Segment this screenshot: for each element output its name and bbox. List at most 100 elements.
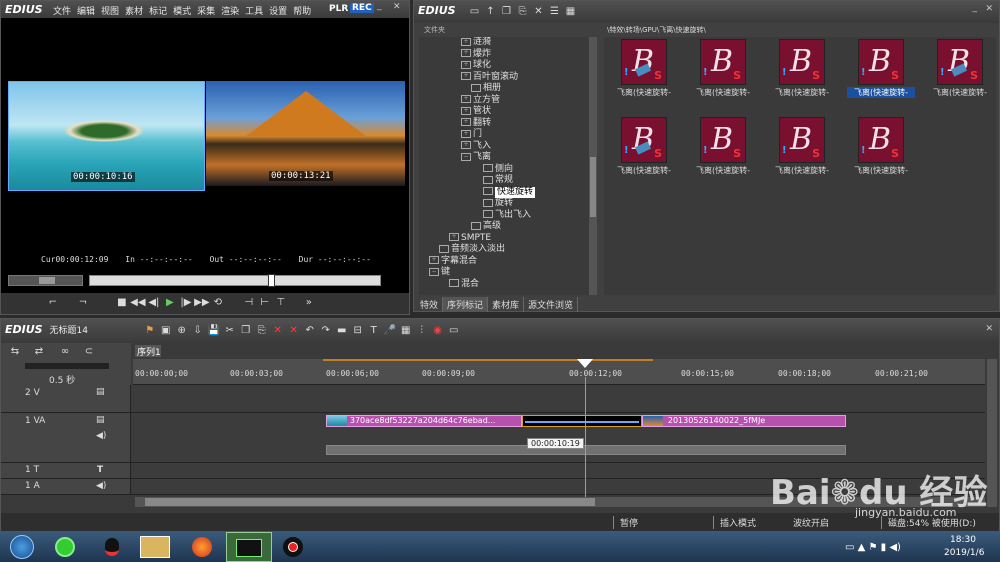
tree-item[interactable]: 相册	[419, 83, 597, 95]
transition-block[interactable]	[522, 415, 642, 427]
save-icon[interactable]: 💾	[206, 324, 222, 338]
loop-icon[interactable]: ⟲	[210, 296, 226, 310]
firefox-icon[interactable]	[182, 532, 222, 562]
menu-file[interactable]: 文件	[53, 7, 71, 17]
clip-b[interactable]: 20130526140022_5fMJe	[642, 415, 846, 427]
effect-thumbnail[interactable]: B S! 飞离(快速旋转-	[768, 39, 836, 98]
play-icon[interactable]: ▶	[162, 296, 178, 310]
copy-icon[interactable]: ❐	[498, 5, 514, 19]
microphone-icon[interactable]: 🎤	[382, 324, 398, 338]
position-slider[interactable]	[89, 274, 381, 287]
tree-item[interactable]: 高级	[419, 221, 597, 233]
tree-item[interactable]: 音频淡入淡出	[419, 244, 597, 256]
plr-button[interactable]: PLR	[329, 4, 348, 14]
menu-settings[interactable]: 设置	[269, 7, 287, 17]
paste-icon[interactable]: ⎘	[254, 324, 270, 338]
rewind-icon[interactable]: ◀◀	[130, 296, 146, 310]
cut-icon[interactable]: ✕	[530, 5, 546, 19]
group-icon[interactable]: ⊂	[81, 345, 97, 359]
effect-thumbnail[interactable]: B S! 飞离(快速旋转-	[610, 117, 678, 176]
redo-icon[interactable]: ↷	[318, 324, 334, 338]
tab-bin[interactable]: 素材库	[488, 297, 525, 312]
render-icon[interactable]: ▬	[334, 324, 350, 338]
tree-item[interactable]: 旋转	[419, 198, 597, 210]
set-in-icon[interactable]: ⌐	[45, 296, 61, 310]
folder-icon[interactable]: ▭	[466, 5, 482, 19]
track-visibility-icon[interactable]: ▤	[96, 387, 105, 397]
browser-360-icon[interactable]	[45, 532, 85, 562]
menu-capture[interactable]: 采集	[197, 7, 215, 17]
insert-icon[interactable]: ⊣	[241, 296, 257, 310]
tree-item-selected[interactable]: 快速旋转	[419, 186, 597, 198]
effect-thumbnail[interactable]: B S! 飞离(快速旋转-	[689, 39, 757, 98]
trim-icon[interactable]: ⊟	[350, 324, 366, 338]
title-icon[interactable]: T	[366, 324, 382, 338]
close-button[interactable]: ✕	[393, 2, 401, 12]
properties-icon[interactable]: ☰	[546, 5, 562, 19]
time-ruler[interactable]: 00:00:00;00 00:00:03;00 00:00:06;00 00:0…	[133, 359, 985, 385]
clip-a[interactable]: 370ace8df53227a204d64c76ebad...	[326, 415, 522, 427]
multicam-icon[interactable]: ▦	[398, 324, 414, 338]
tray-icons[interactable]: ▭ ▲ ⚑ ▮ ◀)	[845, 542, 901, 553]
effect-thumbnail[interactable]: B S! 飞离(快速旋转-	[610, 39, 678, 98]
start-button[interactable]	[2, 532, 42, 562]
tree-item[interactable]: 常规	[419, 175, 597, 187]
tree-item[interactable]: − 键	[419, 267, 597, 279]
copy-icon[interactable]: ❐	[238, 324, 254, 338]
fast-forward-icon[interactable]: ▶▶	[194, 296, 210, 310]
cut-icon[interactable]: ✂	[222, 324, 238, 338]
more-icon[interactable]: »	[301, 296, 317, 310]
tree-item[interactable]: + 字幕混合	[419, 256, 597, 268]
overwrite-icon[interactable]: ⊢	[257, 296, 273, 310]
set-out-icon[interactable]: ¬	[75, 296, 91, 310]
add-clip-icon[interactable]: ⊕	[174, 324, 190, 338]
tree-item[interactable]: 混合	[419, 279, 597, 291]
audio-waveform[interactable]	[326, 445, 846, 455]
status-insert-mode[interactable]: 插入模式	[713, 516, 756, 529]
effect-thumbnail[interactable]: B S! 飞离(快速旋转-	[926, 39, 994, 98]
view-icon[interactable]: ▦	[562, 5, 578, 19]
stop-icon[interactable]: ■	[114, 296, 130, 310]
track-2v[interactable]: 2 V ▤	[1, 385, 985, 413]
vertical-scrollbar[interactable]	[987, 359, 997, 507]
status-ripple[interactable]: 波纹开启	[791, 516, 829, 529]
close-button[interactable]: ✕	[985, 324, 993, 334]
step-forward-icon[interactable]: |▶	[178, 296, 194, 310]
import-icon[interactable]: ⇩	[190, 324, 206, 338]
playhead-marker[interactable]	[577, 359, 593, 368]
menu-clip[interactable]: 素材	[125, 7, 143, 17]
link-icon[interactable]: ∞	[57, 345, 73, 359]
split-icon[interactable]: ⊤	[273, 296, 289, 310]
open-project-icon[interactable]: ▣	[158, 324, 174, 338]
record-icon[interactable]: ◉	[430, 324, 446, 338]
mixer-icon[interactable]: ⫶	[414, 324, 430, 338]
effect-thumbnail[interactable]: B S! 飞离(快速旋转-	[768, 117, 836, 176]
tree-item[interactable]: + SMPTE	[419, 233, 597, 245]
clock-date[interactable]: 2019/1/6	[944, 548, 984, 558]
tree-item[interactable]: 飞出飞入	[419, 210, 597, 222]
minimize-button[interactable]: _	[973, 3, 978, 13]
tree-item[interactable]: + 管状	[419, 106, 597, 118]
delete-icon[interactable]: ✕	[270, 324, 286, 338]
track-mode-icon[interactable]: ⇆	[7, 345, 23, 359]
menu-view[interactable]: 视图	[101, 7, 119, 17]
zoom-slider[interactable]	[25, 363, 109, 369]
paste-icon[interactable]: ⎘	[514, 5, 530, 19]
tree-item[interactable]: + 飞入	[419, 141, 597, 153]
speaker-icon[interactable]: ◀)	[96, 481, 106, 491]
file-explorer-icon[interactable]	[135, 532, 175, 562]
effect-thumbnail-selected[interactable]: B S! 飞离(快速旋转-	[847, 39, 915, 98]
playhead-handle[interactable]	[268, 274, 275, 287]
undo-icon[interactable]: ↶	[302, 324, 318, 338]
tree-item[interactable]: + 立方管	[419, 95, 597, 107]
audio-icon[interactable]: ◀)	[96, 431, 106, 441]
menu-render[interactable]: 渲染	[221, 7, 239, 17]
ripple-delete-icon[interactable]: ✕	[286, 324, 302, 338]
shuttle-slider[interactable]	[8, 275, 83, 286]
up-folder-icon[interactable]: ↑	[482, 5, 498, 19]
minimize-button[interactable]: _	[377, 1, 382, 11]
menu-edit[interactable]: 编辑	[77, 7, 95, 17]
tree-item[interactable]: + 爆炸	[419, 49, 597, 61]
tree-item[interactable]: 侧向	[419, 164, 597, 176]
effect-thumbnail[interactable]: B S! 飞离(快速旋转-	[847, 117, 915, 176]
